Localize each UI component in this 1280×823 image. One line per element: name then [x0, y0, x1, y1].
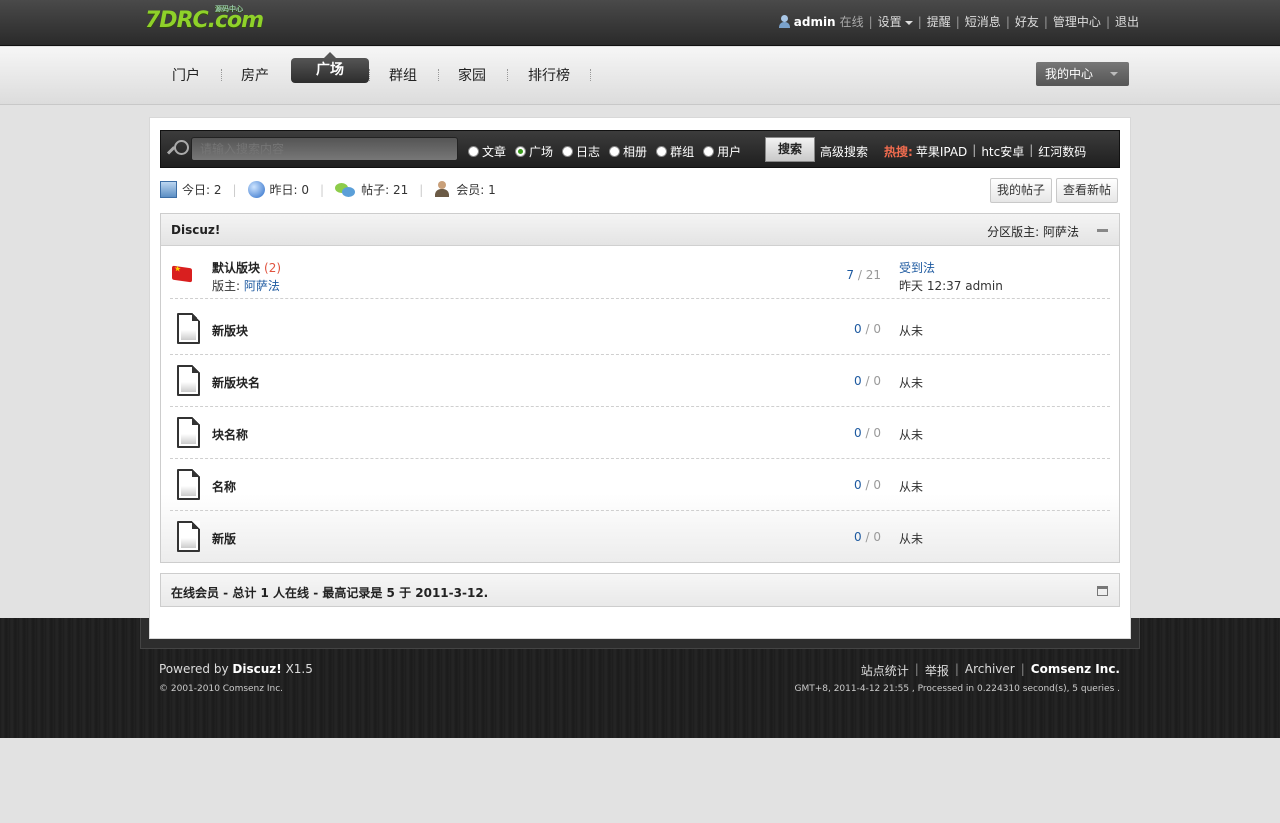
forum-name-link[interactable]: 默认版块	[212, 261, 260, 275]
last-post-info: 从未	[899, 480, 924, 494]
pm-link[interactable]: 短消息	[965, 13, 1001, 30]
expand-icon[interactable]	[1097, 586, 1108, 596]
search-input[interactable]	[191, 137, 458, 161]
notify-link[interactable]: 提醒	[927, 13, 951, 30]
last-post-link[interactable]: 受到法	[899, 261, 935, 275]
radio-square[interactable]: 广场	[515, 143, 553, 160]
hot-search: 热搜: 苹果IPAD | htc安卓 | 红河数码	[884, 143, 1087, 160]
search-icon	[168, 140, 189, 160]
report-link[interactable]: 举报	[925, 662, 949, 679]
radio-album[interactable]: 相册	[609, 143, 647, 160]
radio-user[interactable]: 用户	[703, 143, 741, 160]
radio-group[interactable]: 群组	[656, 143, 694, 160]
search-type-group: 文章 广场 日志 相册 群组 用户	[468, 143, 750, 160]
nav-item-home[interactable]: 家园	[458, 65, 486, 85]
my-center-dropdown[interactable]: 我的中心	[1036, 62, 1129, 86]
stat-today: 今日: 2	[182, 183, 222, 197]
nav-item-group[interactable]: 群组	[389, 65, 417, 85]
processing-info: GMT+8, 2011-4-12 21:55 , Processed in 0.…	[794, 684, 1120, 694]
search-button[interactable]: 搜索	[765, 137, 815, 162]
top-bar: 7DRC.com 源码中心 admin 在线 | 设置 | 提醒 | 短消息 | …	[0, 0, 1280, 46]
stat-yesterday: 昨日: 0	[269, 183, 310, 197]
chevron-down-icon	[1110, 72, 1118, 76]
online-members-bar: 在线会员 - 总计 1 人在线 - 最高记录是 5 于 2011-3-12.	[160, 573, 1120, 607]
site-logo[interactable]: 7DRC.com 源码中心	[145, 5, 264, 33]
forum-row: 新版块 0 / 0 从未	[170, 303, 1110, 355]
member-icon	[434, 181, 451, 198]
forum-document-icon	[177, 417, 200, 448]
forum-row: 新版 0 / 0 从未	[170, 511, 1110, 563]
chevron-down-icon	[904, 20, 913, 25]
user-name-link[interactable]: admin	[794, 15, 836, 29]
collapse-icon[interactable]	[1097, 229, 1108, 232]
flag-icon	[172, 265, 192, 283]
forum-name-link[interactable]: 名称	[212, 478, 236, 495]
category-moderator: 分区版主: 阿萨法	[987, 225, 1079, 239]
forum-row: 默认版块(2) 版主: 阿萨法 7 / 21 受到法 昨天 12:37 admi…	[170, 247, 1110, 299]
hot-term-link[interactable]: 苹果IPAD	[916, 143, 967, 160]
last-post-info: 昨天 12:37 admin	[899, 279, 1003, 293]
stats-row: 今日: 2 | 昨日: 0 | 帖子: 21 | 会员: 1	[160, 181, 496, 198]
main-nav: 门户 房产 广场 群组 家园 排行榜 我的中心	[0, 47, 1280, 105]
search-bar: 文章 广场 日志 相册 群组 用户 搜索 高级搜索 热搜: 苹果IPAD | h…	[160, 130, 1120, 168]
last-post-info: 从未	[899, 532, 924, 546]
stats-link[interactable]: 站点统计	[861, 662, 909, 679]
forum-document-icon	[177, 521, 200, 552]
forum-name-link[interactable]: 块名称	[212, 426, 248, 443]
last-post-info: 从未	[899, 428, 924, 442]
category-header: Discuz! 分区版主: 阿萨法	[161, 214, 1119, 246]
forum-name-link[interactable]: 新版块名	[212, 374, 260, 391]
discuz-link[interactable]: Discuz!	[232, 662, 281, 676]
forum-document-icon	[177, 365, 200, 396]
friends-link[interactable]: 好友	[1015, 13, 1039, 30]
nav-item-house[interactable]: 房产	[241, 65, 269, 85]
advanced-search-link[interactable]: 高级搜索	[820, 143, 868, 160]
nav-item-ranking[interactable]: 排行榜	[528, 65, 570, 85]
online-members-title[interactable]: 在线会员 - 总计 1 人在线 - 最高记录是 5 于 2011-3-12.	[171, 584, 488, 601]
archiver-link[interactable]: Archiver	[965, 662, 1015, 679]
forum-row: 块名称 0 / 0 从未	[170, 407, 1110, 459]
category-title[interactable]: Discuz!	[171, 223, 220, 237]
logout-link[interactable]: 退出	[1115, 13, 1139, 30]
admin-center-link[interactable]: 管理中心	[1053, 13, 1101, 30]
comsenz-link[interactable]: Comsenz Inc.	[1031, 662, 1120, 679]
globe-icon	[247, 181, 265, 198]
forum-name-link[interactable]: 新版块	[212, 322, 248, 339]
hot-search-label: 热搜:	[884, 145, 913, 159]
nav-item-portal[interactable]: 门户	[172, 65, 200, 85]
footer-links: 站点统计 | 举报 | Archiver | Comsenz Inc.	[860, 662, 1120, 679]
stat-members: 会员: 1	[456, 183, 496, 197]
moderator-link[interactable]: 阿萨法	[244, 279, 280, 293]
last-post-info: 从未	[899, 324, 924, 338]
forum-document-icon	[177, 469, 200, 500]
copyright: © 2001-2010 Comsenz Inc.	[159, 684, 284, 694]
forum-row: 名称 0 / 0 从未	[170, 459, 1110, 511]
forum-name-link[interactable]: 新版	[212, 530, 236, 547]
last-post-info: 从未	[899, 376, 924, 390]
powered-by: Powered by Discuz! X1.5	[159, 662, 313, 676]
nav-item-square-active[interactable]: 广场	[291, 52, 369, 83]
settings-link[interactable]: 设置	[878, 13, 913, 30]
forum-document-icon	[177, 313, 200, 344]
chat-bubble-icon	[335, 181, 356, 198]
stat-posts: 帖子: 21	[361, 183, 409, 197]
forum-row: 新版块名 0 / 0 从未	[170, 355, 1110, 407]
hot-term-link[interactable]: htc安卓	[981, 143, 1024, 160]
user-icon	[778, 15, 791, 28]
online-status: 在线	[839, 15, 864, 29]
radio-blog[interactable]: 日志	[562, 143, 600, 160]
my-posts-button[interactable]: 我的帖子	[990, 178, 1053, 203]
view-new-posts-button[interactable]: 查看新帖	[1056, 178, 1119, 203]
today-count: (2)	[264, 261, 282, 275]
forum-category: Discuz! 分区版主: 阿萨法 默认版块(2) 版主: 阿萨法 7 / 21…	[160, 213, 1120, 563]
hot-term-link[interactable]: 红河数码	[1038, 143, 1086, 160]
radio-article[interactable]: 文章	[468, 143, 506, 160]
user-nav: admin 在线 | 设置 | 提醒 | 短消息 | 好友 | 管理中心 | 退…	[778, 13, 1139, 30]
chart-icon	[160, 181, 177, 198]
